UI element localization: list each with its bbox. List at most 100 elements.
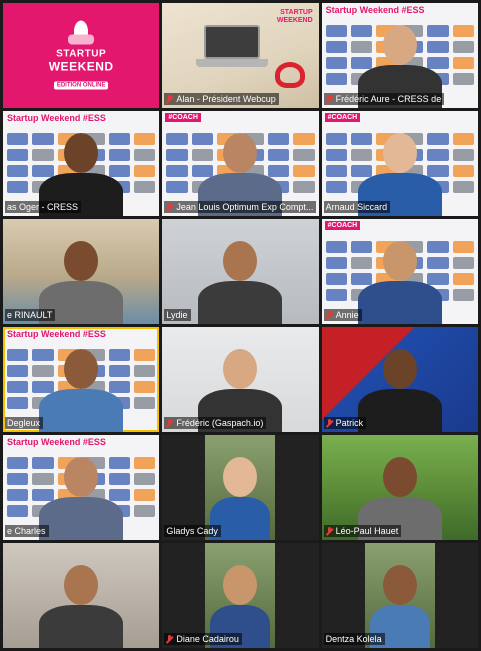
participant-name: Annie [335, 310, 359, 320]
participant-name: e RINAULT [7, 310, 53, 320]
mic-muted-icon [326, 310, 333, 320]
participant-name: Dentza Kolela [325, 634, 382, 644]
participant-tile[interactable]: Startup Weekend #ESS e Charles [3, 435, 160, 540]
participant-body [39, 605, 124, 648]
participant-name-label: Alan - Président Webcup [164, 93, 279, 105]
participant-head [223, 457, 258, 497]
participant-video [350, 219, 450, 324]
participant-tile[interactable]: #COACH Arnaud Siccard [321, 111, 478, 216]
sponsor-logo [293, 181, 315, 193]
headphones-image [274, 62, 305, 88]
sponsor-logo [7, 381, 29, 393]
sponsor-logo [133, 149, 156, 161]
sponsor-logo [293, 165, 315, 177]
participant-head [64, 241, 99, 281]
sponsor-logo [166, 149, 188, 161]
sponsor-logo [452, 181, 474, 193]
sponsor-logo [452, 149, 474, 161]
sponsor-logo [325, 133, 348, 145]
participant-tile[interactable]: Lydie [162, 219, 319, 324]
sponsor-logo [293, 133, 315, 145]
sponsor-logo [7, 181, 29, 193]
participant-head [64, 565, 99, 605]
participant-name-label: as Oger - CRESS [5, 201, 82, 213]
participant-tile[interactable]: Startup Weekend #ESS Frédéric Aure - CRES… [321, 3, 478, 108]
participant-tile[interactable]: Diane Cadairou [162, 543, 319, 648]
participant-name: Frédéric (Gaspach.io) [176, 418, 264, 428]
sponsor-logo [133, 397, 156, 409]
sponsor-logo [133, 365, 156, 377]
mic-muted-icon [166, 418, 173, 428]
participant-tile[interactable]: Gladys Cady [162, 435, 319, 540]
sponsor-logo [7, 473, 29, 485]
participant-tile[interactable]: STARTUP WEEKEND EDITION ONLINE [3, 3, 160, 108]
mic-muted-icon [166, 94, 173, 104]
sponsor-logo [133, 381, 156, 393]
participant-video [190, 219, 290, 324]
sponsor-logo [133, 349, 156, 361]
participant-name-label: Jean Louis Optimum Exp Compt... [164, 201, 317, 213]
mic-muted-icon [326, 418, 333, 428]
participant-name: e Charles [7, 526, 46, 536]
sponsor-logo [133, 133, 156, 145]
participant-body [198, 281, 283, 324]
participant-name-label: Frédéric Aure - CRESS de [323, 93, 445, 105]
sponsor-logo [452, 25, 474, 37]
participant-head [382, 565, 417, 605]
participant-head [223, 565, 258, 605]
participant-video [31, 543, 131, 648]
participant-head [382, 133, 417, 173]
sponsor-logo [452, 57, 474, 69]
participant-head [64, 349, 99, 389]
participant-tile[interactable]: Dentza Kolela [321, 543, 478, 648]
participant-tile[interactable] [3, 543, 160, 648]
participant-name: Lydie [166, 310, 188, 320]
participant-name-label: Léo-Paul Hauet [323, 525, 402, 537]
mic-muted-icon [326, 94, 333, 104]
participant-head [382, 457, 417, 497]
participant-head [64, 457, 99, 497]
participant-tile[interactable]: Startup Weekend #ESS as Oger - CRESS [3, 111, 160, 216]
participant-tile[interactable]: e RINAULT [3, 219, 160, 324]
logo-line-1: STARTUP [56, 48, 107, 59]
sponsor-logo [7, 489, 29, 501]
participant-video [31, 327, 131, 432]
mic-muted-icon [166, 634, 173, 644]
sponsor-logo [133, 181, 156, 193]
participant-body [357, 281, 442, 324]
participant-name-label: Dentza Kolela [323, 633, 385, 645]
participant-name-label: Frédéric (Gaspach.io) [164, 417, 267, 429]
mic-muted-icon [166, 202, 173, 212]
participant-name-label: e Charles [5, 525, 49, 537]
laptop-image [196, 25, 269, 67]
sponsor-logo [325, 25, 348, 37]
participant-name: Alan - Président Webcup [176, 94, 276, 104]
startup-weekend-small-logo: STARTUP WEEKEND [277, 9, 313, 25]
sponsor-logo [7, 505, 29, 517]
sponsor-logo [325, 273, 348, 285]
sponsor-logo [452, 289, 474, 301]
participant-name: Diane Cadairou [176, 634, 239, 644]
sponsor-logo [325, 241, 348, 253]
participant-name: Gladys Cady [166, 526, 218, 536]
participant-name: Degleux [7, 418, 41, 428]
participant-tile[interactable]: Patrick [321, 327, 478, 432]
participant-head [223, 349, 258, 389]
sponsor-logo [7, 397, 29, 409]
sponsor-logo [7, 149, 29, 161]
sponsor-logo [325, 257, 348, 269]
participant-tile[interactable]: Frédéric (Gaspach.io) [162, 327, 319, 432]
sponsor-logo [166, 181, 188, 193]
sponsor-logo [7, 133, 29, 145]
participant-name-label: Lydie [164, 309, 191, 321]
participant-tile[interactable]: Léo-Paul Hauet [321, 435, 478, 540]
participant-tile[interactable]: STARTUP WEEKEND Alan - Président Webcup [162, 3, 319, 108]
participant-head [64, 133, 99, 173]
participant-tile[interactable]: #COACH Jean Louis Optimum Exp Compt... [162, 111, 319, 216]
sponsor-logo [452, 133, 474, 145]
participant-tile[interactable]: #COACH Annie [321, 219, 478, 324]
participant-tile[interactable]: Startup Weekend #ESS Degleux [3, 327, 160, 432]
sponsor-logo [7, 457, 29, 469]
video-grid: STARTUP WEEKEND EDITION ONLINE STARTUP WEEKE… [3, 3, 478, 648]
participant-name-label: Degleux [5, 417, 44, 429]
